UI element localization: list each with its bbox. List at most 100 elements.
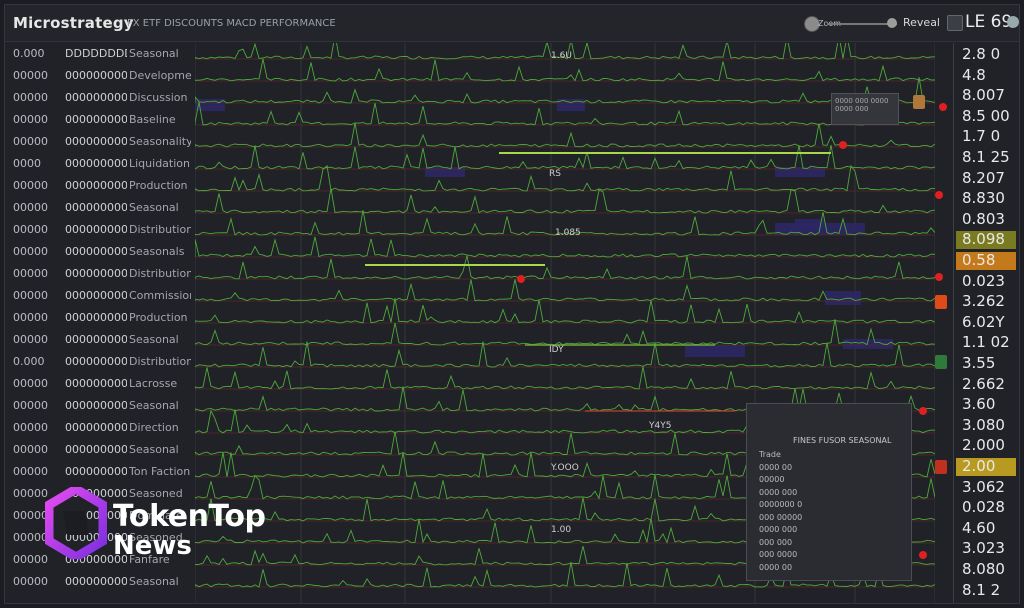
chart-label-2: RS	[549, 169, 561, 179]
price-value[interactable]: 6.02Y	[962, 313, 1005, 331]
chart-label-5: Y4Y5	[649, 421, 672, 431]
alert-dot-icon[interactable]	[517, 275, 525, 283]
price-value[interactable]: 1.1 02	[962, 333, 1010, 351]
price-value[interactable]: 8.098	[962, 230, 1005, 248]
row-c1: 00000	[13, 201, 48, 214]
orange-chip-icon[interactable]	[913, 95, 925, 109]
row-c2: 00000000000	[65, 91, 127, 104]
row-label[interactable]: 0000000000000000Seasonal	[5, 201, 195, 223]
series-line	[195, 255, 935, 280]
popup-item[interactable]: 0000 00	[759, 463, 792, 472]
row-label[interactable]: 00000000000000000Direction	[5, 421, 195, 443]
price-value[interactable]: 3.262	[962, 292, 1005, 310]
row-c1: 00000	[13, 289, 48, 302]
price-value[interactable]: 2.8 0	[962, 45, 1000, 63]
row-label[interactable]: 00000000000000000Ton Faction	[5, 465, 195, 487]
price-value[interactable]: 3.023	[962, 539, 1005, 557]
price-value[interactable]: 1.7 0	[962, 127, 1000, 145]
row-c1: 00000	[13, 223, 48, 236]
row-c2: 00000000000	[65, 201, 127, 214]
row-c1: 00000	[13, 399, 48, 412]
row-label[interactable]: 0000000000000000Seasonal	[5, 399, 195, 421]
popup-item[interactable]: 0000 00	[759, 563, 792, 572]
row-label[interactable]: 00000000000000000Distribution	[5, 223, 195, 245]
row-c2: 000000000000	[65, 465, 127, 478]
watermark-line-1: TokenTop	[113, 499, 266, 534]
popup-item[interactable]: 0000 000	[759, 525, 797, 534]
popup-item[interactable]: 000 0000	[759, 550, 797, 559]
price-value[interactable]: 3.60	[962, 395, 995, 413]
popup-item[interactable]: 000 00000	[759, 513, 802, 522]
price-value[interactable]: 8.1 25	[962, 148, 1010, 166]
row-label[interactable]: 000000000000000Development	[5, 69, 195, 91]
row-c3: Seasonals	[129, 245, 185, 258]
alert-dot-icon[interactable]	[919, 551, 927, 559]
price-value[interactable]: 2.000	[962, 436, 1005, 454]
row-label[interactable]: 000000000000000000Seasonals	[5, 245, 195, 267]
window-pill-icon[interactable]	[947, 15, 963, 31]
price-value[interactable]: 8.007	[962, 86, 1005, 104]
row-label[interactable]: 0.000 0000000000Distribution	[5, 355, 195, 377]
price-value[interactable]: 3.55	[962, 354, 995, 372]
price-value[interactable]: 4.60	[962, 519, 995, 537]
row-label[interactable]: 0.000 DDDDDDDDDSeasonal	[5, 47, 195, 69]
row-label[interactable]: 0000 000000000 Liquidation	[5, 157, 195, 179]
row-label[interactable]: 0000000000000000Seasonal	[5, 443, 195, 465]
price-value[interactable]: 3.062	[962, 478, 1005, 496]
popup-item[interactable]: 0000000 0	[759, 500, 802, 509]
price-value[interactable]: 2.662	[962, 375, 1005, 393]
reveal-toggle-label[interactable]: Reveal	[903, 16, 940, 29]
row-label[interactable]: 0000000000000000Seasonality	[5, 135, 195, 157]
series-line	[195, 236, 935, 258]
row-c1: 0000	[13, 157, 41, 170]
series-line	[195, 298, 935, 324]
price-value[interactable]: 4.8	[962, 66, 986, 84]
row-label[interactable]: 0000000000000000Discussion	[5, 91, 195, 113]
price-value[interactable]: 0.58	[962, 251, 995, 269]
row-label[interactable]: 000000000000000000Lacrosse	[5, 377, 195, 399]
alert-dot-icon[interactable]	[939, 103, 947, 111]
price-value[interactable]: 3.080	[962, 416, 1005, 434]
row-label[interactable]: 00000000000000000Production	[5, 179, 195, 201]
row-c2: 00000000000	[65, 575, 127, 588]
row-c3: Distribution	[129, 223, 191, 236]
row-c3: Seasonal	[129, 575, 179, 588]
price-value[interactable]: 0.023	[962, 272, 1005, 290]
row-label[interactable]: 0000000000000000Production	[5, 311, 195, 333]
row-label[interactable]: 000000000000000000Commission	[5, 289, 195, 311]
popup-item[interactable]: 000 000	[759, 538, 792, 547]
row-label[interactable]: 0000000000000000Distribution	[5, 267, 195, 289]
fire-chip-icon[interactable]	[935, 295, 947, 309]
alert-dot-icon[interactable]	[839, 141, 847, 149]
watermark-logo: TokenTop News	[44, 483, 285, 563]
popup-header: FINES FUSOR SEASONAL	[793, 436, 892, 445]
row-label[interactable]: 00000000000000000Seasonal	[5, 333, 195, 355]
status-dot-icon[interactable]	[1007, 16, 1019, 28]
fire-chip-icon[interactable]	[935, 460, 947, 474]
price-column: 2.8 0 4.8 8.007 8.5 00 1.7 0 8.1 25 8.207 8.830…	[953, 43, 1019, 603]
app-window: Microstrategy FX ETF DISCOUNTS MACD PERF…	[4, 4, 1020, 604]
detail-popup[interactable]: FINES FUSOR SEASONAL Trade 0000 00 00000 00…	[746, 403, 912, 581]
row-label[interactable]: 0000000000000000Seasonal	[5, 575, 195, 597]
row-c1: 00000	[13, 465, 48, 478]
alert-dot-icon[interactable]	[919, 407, 927, 415]
row-c3: Production	[129, 179, 188, 192]
row-c2: 000000000000	[65, 179, 127, 192]
price-value[interactable]: 8.830	[962, 189, 1005, 207]
price-value[interactable]: 8.207	[962, 169, 1005, 187]
zoom-slider-end-knob[interactable]	[887, 18, 897, 28]
popup-item[interactable]: 0000 000	[759, 488, 797, 497]
popup-item[interactable]: 00000	[759, 475, 784, 484]
price-value[interactable]: 8.5 00	[962, 107, 1010, 125]
price-value[interactable]: 0.028	[962, 498, 1005, 516]
alert-dot-icon[interactable]	[935, 273, 943, 281]
green-chip-icon[interactable]	[935, 355, 947, 369]
row-c2: 000000000	[65, 157, 127, 170]
price-value[interactable]: 8.080	[962, 560, 1005, 578]
alert-dot-icon[interactable]	[935, 191, 943, 199]
price-value[interactable]: 2.00	[962, 457, 995, 475]
row-label[interactable]: 000000000000000Baseline	[5, 113, 195, 135]
popup-item[interactable]: Trade	[759, 450, 781, 459]
price-value[interactable]: 0.803	[962, 210, 1005, 228]
price-value[interactable]: 8.1 2	[962, 581, 1000, 599]
